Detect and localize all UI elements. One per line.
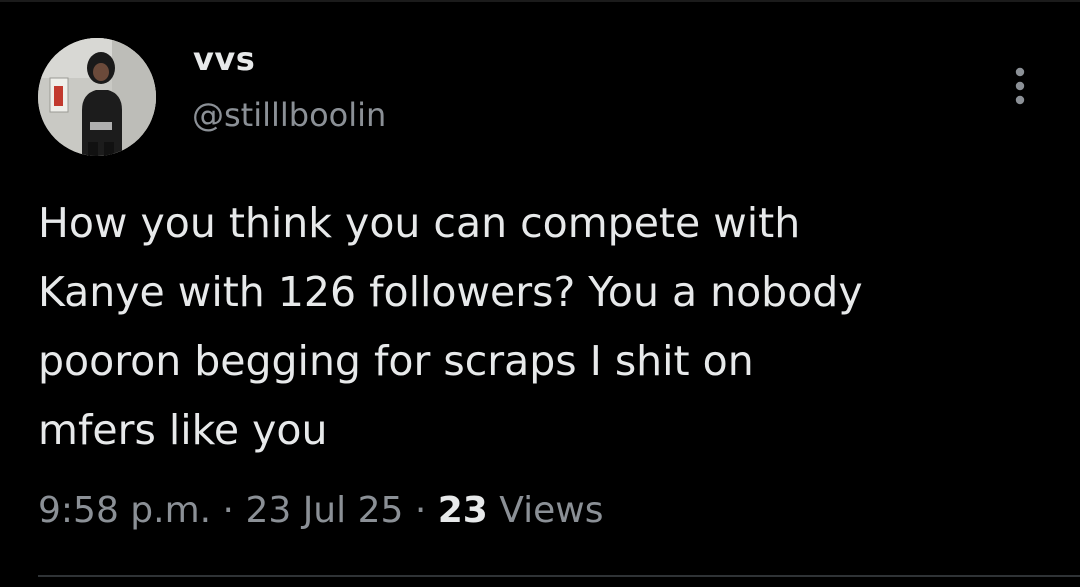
- post-metadata: 9:58 p.m. · 23 Jul 25 · 23 Views: [38, 489, 603, 532]
- post-time[interactable]: 9:58 p.m.: [38, 490, 211, 531]
- author-display-name[interactable]: vvs: [193, 40, 255, 78]
- views-label: Views: [499, 490, 604, 531]
- post-text: How you think you can compete with Kanye…: [38, 199, 863, 454]
- tweet-card: vvs @stilllboolin How you think you can …: [0, 0, 1080, 587]
- meta-separator: ·: [211, 490, 246, 531]
- meta-separator: ·: [403, 490, 438, 531]
- top-divider: [0, 0, 1080, 2]
- author-handle[interactable]: @stilllboolin: [192, 96, 386, 134]
- post-date[interactable]: 23 Jul 25: [245, 490, 403, 531]
- views-count[interactable]: 23: [438, 490, 488, 531]
- avatar[interactable]: [38, 38, 156, 156]
- more-vertical-icon: [1015, 67, 1025, 105]
- bottom-divider: [38, 575, 1080, 577]
- avatar-photo: [38, 38, 156, 156]
- more-options-button[interactable]: [1000, 62, 1040, 110]
